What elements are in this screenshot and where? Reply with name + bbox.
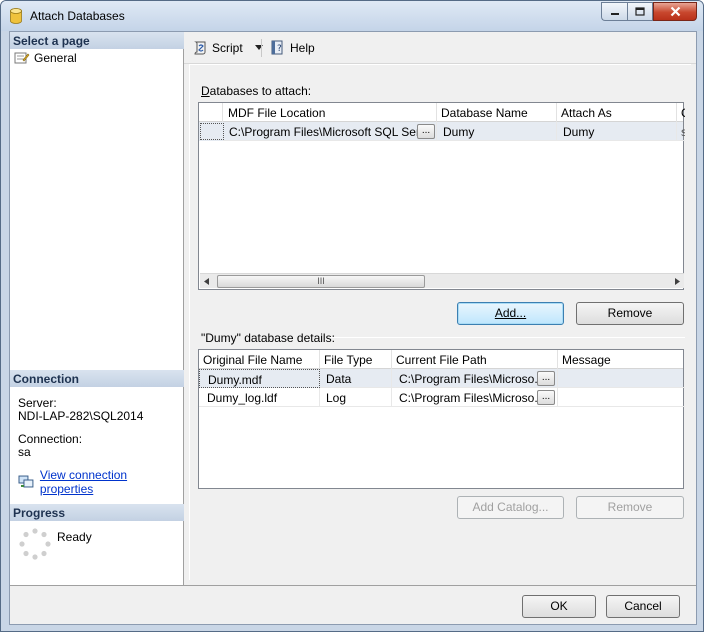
table-row[interactable]: Dumy.mdf Data C:\Program Files\Microso..…: [199, 369, 685, 388]
script-label: Script: [212, 41, 243, 55]
connection-label: Connection:: [18, 432, 83, 446]
table-row[interactable]: Dumy_log.ldf Log C:\Program Files\Micros…: [199, 388, 685, 407]
cell-original-file-name[interactable]: Dumy_log.ldf: [199, 388, 320, 407]
cell-mdf-location[interactable]: C:\Program Files\Microsoft SQL Ser...: [223, 122, 437, 141]
cell-current-file-path[interactable]: C:\Program Files\Microso...: [392, 388, 558, 407]
databases-to-attach-label: Databases to attach:: [201, 84, 312, 98]
cell-file-type[interactable]: Data: [320, 369, 392, 388]
remove-file-button[interactable]: Remove: [576, 496, 684, 519]
browse-path-button[interactable]: ...: [537, 371, 555, 386]
progress-status: Ready: [57, 530, 92, 544]
close-icon: [670, 6, 680, 17]
ok-label: OK: [550, 599, 568, 613]
remove-file-label: Remove: [607, 500, 653, 514]
maximize-button[interactable]: [627, 2, 653, 21]
database-details-label: "Dumy" database details:: [201, 331, 335, 345]
server-value: NDI-LAP-282\SQL2014: [18, 409, 144, 423]
cell-message: [558, 369, 685, 388]
toolbar: Script ? Help: [184, 32, 696, 64]
minimize-icon: [610, 12, 619, 15]
remove-database-button[interactable]: Remove: [576, 302, 684, 325]
row-header-cell: [199, 103, 223, 122]
scroll-left-icon[interactable]: [204, 278, 209, 285]
col-message[interactable]: Message: [558, 350, 685, 369]
col-mdf-file-location[interactable]: MDF File Location: [223, 103, 437, 122]
toolbar-separator: [261, 39, 262, 57]
col-attach-as[interactable]: Attach As: [557, 103, 677, 122]
details-grid-header: Original File Name File Type Current Fil…: [199, 350, 683, 369]
databases-to-attach-label-rest: atabases to attach:: [209, 84, 312, 98]
cell-file-type[interactable]: Log: [320, 388, 392, 407]
select-page-header: Select a page: [10, 32, 184, 49]
sidebar: Select a page General Connection Server:…: [10, 32, 184, 585]
progress-spinner-icon: [19, 528, 51, 560]
cell-current-file-path[interactable]: C:\Program Files\Microso...: [392, 369, 558, 388]
add-catalog-button[interactable]: Add Catalog...: [457, 496, 564, 519]
progress-header: Progress: [10, 504, 184, 521]
cell-message: [558, 388, 685, 407]
dialog-client-area: Select a page General Connection Server:…: [9, 31, 697, 625]
content-pane: Script ? Help Databases to attach: MDF F…: [184, 32, 696, 585]
attach-databases-window: Attach Databases Select a page General C…: [0, 0, 704, 632]
maximize-icon: [635, 6, 645, 16]
close-button[interactable]: [653, 2, 697, 21]
remove-button-label: Remove: [607, 306, 653, 320]
add-database-button[interactable]: Add...: [457, 302, 564, 325]
page-wrench-icon: [14, 52, 30, 64]
general-page: Databases to attach: MDF File Location D…: [189, 64, 691, 580]
connection-value: sa: [18, 445, 31, 459]
row-selector[interactable]: [200, 123, 224, 140]
window-title: Attach Databases: [30, 9, 125, 23]
cell-original-file-name[interactable]: Dumy.mdf: [199, 369, 320, 388]
browse-mdf-button[interactable]: ...: [417, 124, 435, 139]
ok-button[interactable]: OK: [522, 595, 596, 618]
database-cylinder-icon: [10, 8, 22, 24]
attach-grid-hscrollbar[interactable]: III: [200, 273, 684, 288]
current-path-text: C:\Program Files\Microso...: [399, 391, 545, 405]
mdf-location-text: C:\Program Files\Microsoft SQL Ser...: [229, 125, 430, 139]
connection-properties-icon: [18, 475, 34, 488]
table-row[interactable]: C:\Program Files\Microsoft SQL Ser... ..…: [199, 122, 685, 141]
scroll-thumb[interactable]: III: [217, 275, 425, 288]
view-connection-properties[interactable]: View connection properties: [18, 468, 183, 496]
col-file-type[interactable]: File Type: [320, 350, 392, 369]
script-icon: [194, 41, 206, 55]
col-current-file-path[interactable]: Current File Path: [392, 350, 558, 369]
database-details-grid[interactable]: Original File Name File Type Current Fil…: [198, 349, 685, 489]
footer-divider: [10, 585, 696, 586]
script-button[interactable]: Script: [192, 40, 263, 56]
cancel-button[interactable]: Cancel: [606, 595, 680, 618]
add-button-label: Add...: [494, 306, 527, 320]
svg-text:?: ?: [277, 44, 282, 54]
help-label: Help: [290, 41, 315, 55]
window-controls: [601, 2, 697, 21]
help-button[interactable]: ? Help: [270, 40, 315, 56]
browse-path-button[interactable]: ...: [537, 390, 555, 405]
current-path-text: C:\Program Files\Microso...: [399, 372, 545, 386]
connection-header: Connection: [10, 370, 184, 387]
cancel-label: Cancel: [624, 599, 662, 613]
cell-database-name[interactable]: Dumy: [437, 122, 557, 141]
sidebar-item-general[interactable]: General: [14, 51, 77, 65]
add-catalog-label: Add Catalog...: [472, 500, 549, 514]
cell-owner[interactable]: s: [677, 122, 685, 141]
sidebar-item-label: General: [34, 51, 77, 65]
cell-attach-as[interactable]: Dumy: [557, 122, 677, 141]
minimize-button[interactable]: [601, 2, 627, 21]
details-divider: [330, 337, 685, 338]
scroll-right-icon[interactable]: [675, 278, 680, 285]
attach-grid-header: MDF File Location Database Name Attach A…: [199, 103, 685, 122]
server-label: Server:: [18, 396, 57, 410]
col-database-name[interactable]: Database Name: [437, 103, 557, 122]
view-connection-properties-link[interactable]: View connection properties: [40, 468, 183, 496]
col-owner[interactable]: O: [677, 103, 685, 122]
databases-to-attach-grid[interactable]: MDF File Location Database Name Attach A…: [198, 102, 685, 290]
help-book-icon: ?: [271, 40, 283, 55]
title-bar[interactable]: Attach Databases: [1, 1, 703, 31]
col-original-file-name[interactable]: Original File Name: [199, 350, 320, 369]
